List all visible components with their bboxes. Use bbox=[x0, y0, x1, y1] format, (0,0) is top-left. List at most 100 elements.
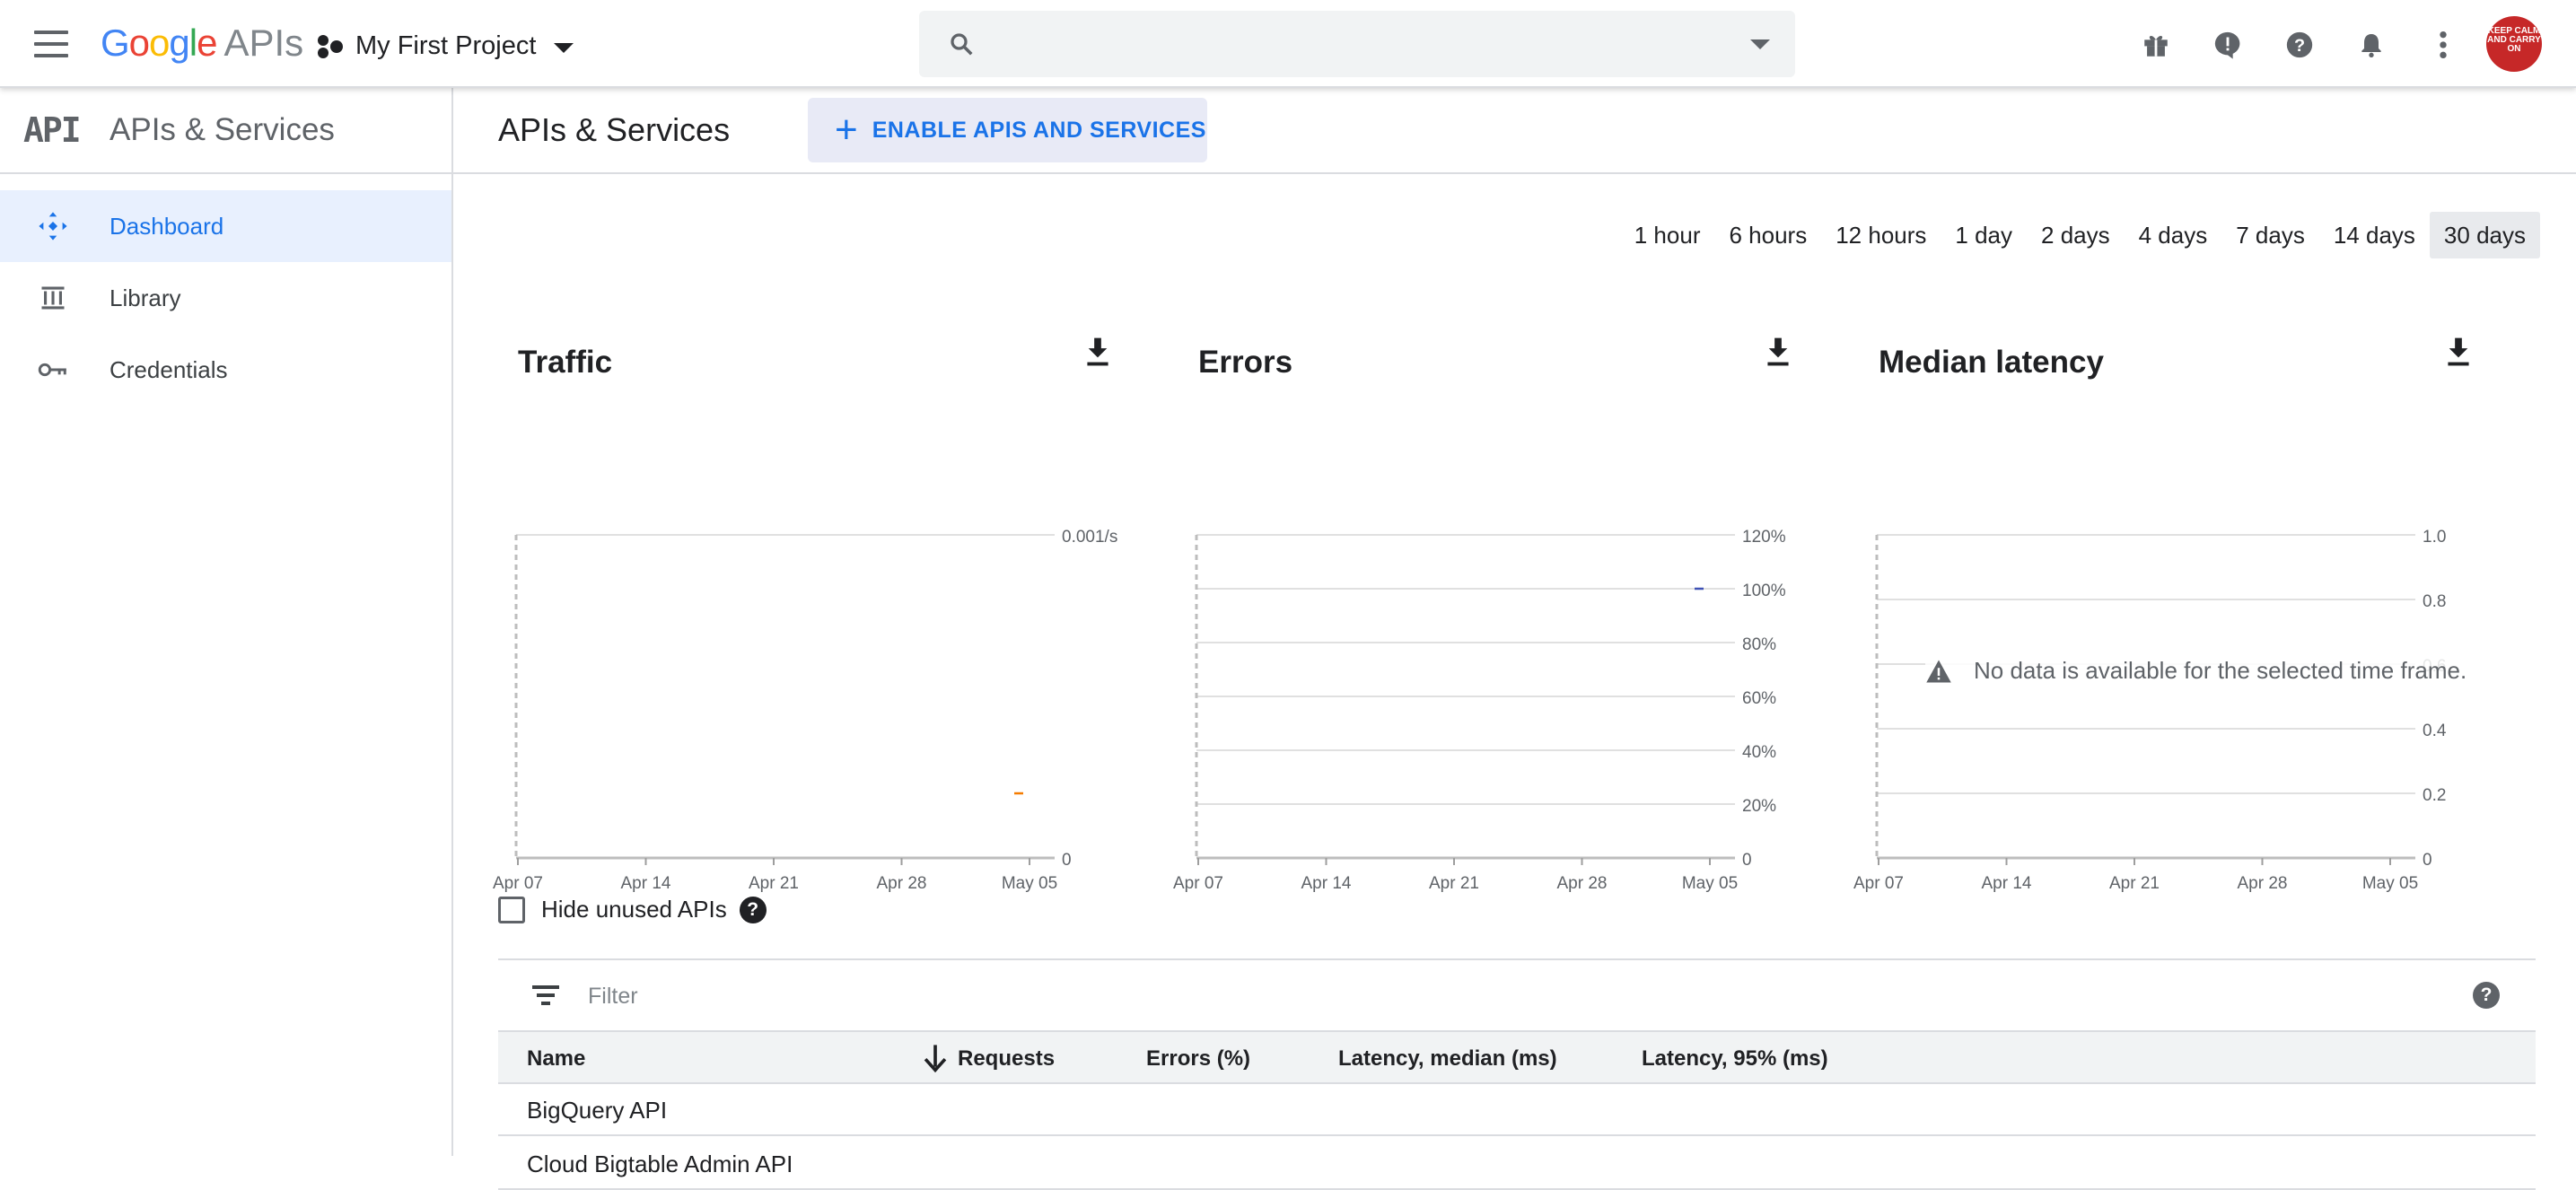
y-tick-label: 80% bbox=[1742, 635, 1776, 654]
x-tick-label: May 05 bbox=[1682, 874, 1738, 893]
table-header: Name Requests Errors (%) Latency, median… bbox=[498, 1032, 2536, 1084]
no-data-message: No data is available for the selected ti… bbox=[1974, 657, 2467, 684]
google-apis-logo[interactable]: Google APIs bbox=[101, 22, 303, 65]
x-tick-label: Apr 21 bbox=[1429, 874, 1479, 893]
y-tick-label: 40% bbox=[1742, 743, 1776, 762]
feedback-icon[interactable] bbox=[2210, 27, 2246, 63]
search-icon bbox=[951, 33, 973, 56]
more-vert-icon[interactable] bbox=[2425, 27, 2461, 63]
time-range-selector: 1 hour 6 hours 12 hours 1 day 2 days 4 d… bbox=[1620, 212, 2540, 258]
search-input[interactable] bbox=[919, 11, 1795, 77]
plus-icon: + bbox=[835, 108, 858, 152]
x-tick-label: Apr 14 bbox=[621, 874, 671, 893]
key-icon bbox=[0, 359, 110, 381]
notifications-icon[interactable] bbox=[2353, 27, 2389, 63]
project-selector[interactable]: My First Project bbox=[316, 25, 574, 66]
download-icon[interactable] bbox=[1764, 336, 1792, 368]
sidebar-item-label: Library bbox=[110, 284, 181, 311]
range-4-days[interactable]: 4 days bbox=[2125, 212, 2222, 258]
y-tick-label: 0.2 bbox=[2423, 786, 2446, 805]
hide-unused-label: Hide unused APIs bbox=[541, 896, 727, 923]
api-name[interactable]: Cloud Bigtable Admin API bbox=[527, 1151, 793, 1178]
project-name: My First Project bbox=[355, 31, 537, 60]
column-errors[interactable]: Errors (%) bbox=[1146, 1046, 1250, 1072]
sidebar-item-credentials[interactable]: Credentials bbox=[0, 334, 451, 406]
filter-input[interactable]: Filter bbox=[588, 984, 638, 1010]
page-header: APIs & Services + ENABLE APIS AND SERVIC… bbox=[453, 88, 2576, 174]
x-tick-label: Apr 07 bbox=[493, 874, 543, 893]
chevron-down-icon bbox=[554, 42, 574, 53]
help-icon[interactable]: ? bbox=[2473, 982, 2500, 1009]
x-tick-label: May 05 bbox=[1002, 874, 1057, 893]
traffic-chart-title: Traffic bbox=[518, 345, 613, 380]
y-tick-label: 0 bbox=[2423, 851, 2432, 870]
download-icon[interactable] bbox=[2444, 336, 2473, 368]
column-requests[interactable]: Requests bbox=[958, 1046, 1055, 1072]
no-data-warning: No data is available for the selected ti… bbox=[1925, 657, 2467, 685]
x-tick-label: Apr 07 bbox=[1173, 874, 1223, 893]
dashboard-icon bbox=[0, 211, 110, 241]
errors-chart-title: Errors bbox=[1198, 345, 1293, 380]
hide-unused-row: Hide unused APIs ? bbox=[498, 896, 767, 923]
hamburger-menu-icon[interactable] bbox=[34, 31, 68, 57]
api-logo-icon: API bbox=[23, 110, 82, 150]
api-name[interactable]: BigQuery API bbox=[527, 1097, 667, 1124]
arrow-down-icon[interactable] bbox=[922, 1043, 949, 1073]
sidebar: API APIs & Services Dashboard Library Cr… bbox=[0, 88, 453, 1156]
range-1-day[interactable]: 1 day bbox=[1941, 212, 2027, 258]
help-icon[interactable]: ? bbox=[2282, 27, 2318, 63]
column-latency-median[interactable]: Latency, median (ms) bbox=[1338, 1046, 1557, 1072]
filter-bar: Filter ? bbox=[498, 958, 2536, 1032]
range-7-days[interactable]: 7 days bbox=[2221, 212, 2319, 258]
account-avatar[interactable]: KEEP CALM AND CARRY ON bbox=[2486, 16, 2542, 72]
sidebar-title: APIs & Services bbox=[110, 112, 335, 147]
warning-icon bbox=[1926, 660, 1951, 682]
x-tick-label: Apr 07 bbox=[1853, 874, 1904, 893]
range-2-days[interactable]: 2 days bbox=[2027, 212, 2125, 258]
library-icon bbox=[0, 284, 110, 311]
y-tick-label: 100% bbox=[1742, 582, 1786, 600]
column-name[interactable]: Name bbox=[527, 1046, 585, 1072]
help-icon[interactable]: ? bbox=[739, 896, 767, 923]
y-tick-label: 1.0 bbox=[2423, 528, 2446, 547]
latency-chart: 00.20.40.60.81.0Apr 07Apr 14Apr 21Apr 28… bbox=[1853, 528, 2447, 893]
svg-text:?: ? bbox=[2294, 36, 2305, 56]
enable-apis-label: ENABLE APIS AND SERVICES bbox=[872, 117, 1206, 143]
range-1-hour[interactable]: 1 hour bbox=[1620, 212, 1715, 258]
x-tick-label: May 05 bbox=[2362, 874, 2418, 893]
x-tick-label: Apr 14 bbox=[1301, 874, 1352, 893]
x-tick-label: Apr 28 bbox=[877, 874, 927, 893]
latency-chart-title: Median latency bbox=[1879, 345, 2104, 380]
range-12-hours[interactable]: 12 hours bbox=[1821, 212, 1941, 258]
traffic-chart: 0 0.001/s Apr 07 Apr 14 Apr 21 Apr 28 May 05 bbox=[493, 528, 1117, 893]
enable-apis-button[interactable]: + ENABLE APIS AND SERVICES bbox=[808, 98, 1207, 162]
gift-icon[interactable] bbox=[2138, 27, 2174, 63]
y-tick-label: 0.4 bbox=[2423, 722, 2447, 740]
y-tick-label: 0 bbox=[1062, 851, 1072, 870]
sidebar-item-label: Dashboard bbox=[110, 212, 224, 240]
y-tick-label: 20% bbox=[1742, 797, 1776, 816]
x-tick-label: Apr 28 bbox=[1557, 874, 1608, 893]
search-dropdown-icon[interactable] bbox=[1750, 39, 1770, 49]
hide-unused-checkbox[interactable] bbox=[498, 896, 525, 923]
y-tick-label: 120% bbox=[1742, 528, 1786, 547]
sidebar-item-library[interactable]: Library bbox=[0, 262, 451, 334]
x-tick-label: Apr 21 bbox=[2109, 874, 2160, 893]
range-30-days[interactable]: 30 days bbox=[2429, 212, 2540, 258]
download-icon[interactable] bbox=[1083, 336, 1112, 368]
range-6-hours[interactable]: 6 hours bbox=[1714, 212, 1821, 258]
filter-icon[interactable] bbox=[532, 985, 559, 1007]
y-tick-label: 0.8 bbox=[2423, 592, 2446, 611]
logo-apis: APIs bbox=[223, 22, 304, 64]
table-row[interactable]: BigQuery API bbox=[498, 1084, 2536, 1136]
sidebar-item-label: Credentials bbox=[110, 355, 228, 383]
logo-google: Google bbox=[101, 22, 217, 64]
sidebar-item-dashboard[interactable]: Dashboard bbox=[0, 190, 451, 262]
project-icon bbox=[316, 31, 345, 60]
top-app-bar: Google APIs My First Project ? KEEP CALM … bbox=[0, 0, 2576, 88]
column-latency-95[interactable]: Latency, 95% (ms) bbox=[1642, 1046, 1828, 1072]
range-14-days[interactable]: 14 days bbox=[2319, 212, 2430, 258]
x-tick-label: Apr 21 bbox=[749, 874, 799, 893]
table-row[interactable]: Cloud Bigtable Admin API bbox=[498, 1138, 2536, 1190]
y-tick-label: 60% bbox=[1742, 689, 1776, 708]
